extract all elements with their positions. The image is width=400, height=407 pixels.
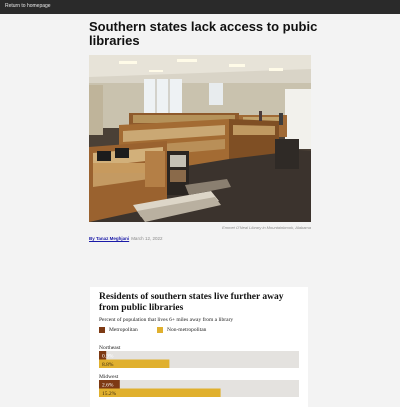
publish-date: March 12, 2022 [131, 236, 163, 241]
library-photo [89, 55, 311, 222]
bar-value-midwest-metropolitan: 2.6% [102, 382, 114, 388]
category-label-midwest: Midwest [99, 374, 119, 380]
chart-card: Residents of southern states live furthe… [90, 287, 308, 407]
author-link[interactable]: By Tanaz Meghjani [89, 236, 129, 241]
library-photo-illustration [89, 55, 311, 222]
bar-value-midwest-non-metropolitan: 15.2% [102, 391, 117, 397]
category-label-northeast: Northeast [99, 345, 121, 351]
photo-caption: Emmet O'Neal Library in Mountainbrook, A… [222, 225, 311, 230]
bar-value-northeast-metropolitan: 0.9% [102, 353, 114, 359]
bar-track-northeast-metropolitan [99, 351, 299, 360]
bar-track-midwest-metropolitan [99, 380, 299, 389]
bar-value-northeast-non-metropolitan: 8.8% [102, 362, 114, 368]
article-headline: Southern states lack access to pubic lib… [89, 19, 318, 48]
bar-midwest-non-metropolitan [99, 388, 221, 397]
top-nav-bar: Return to homepage [0, 0, 400, 14]
bar-chart: Northeast 0.9% 8.8% Midwest 2.6% 15.2% [99, 345, 299, 397]
byline: By Tanaz Meghjani March 12, 2022 [89, 236, 162, 242]
return-home-link[interactable]: Return to homepage [5, 3, 51, 10]
